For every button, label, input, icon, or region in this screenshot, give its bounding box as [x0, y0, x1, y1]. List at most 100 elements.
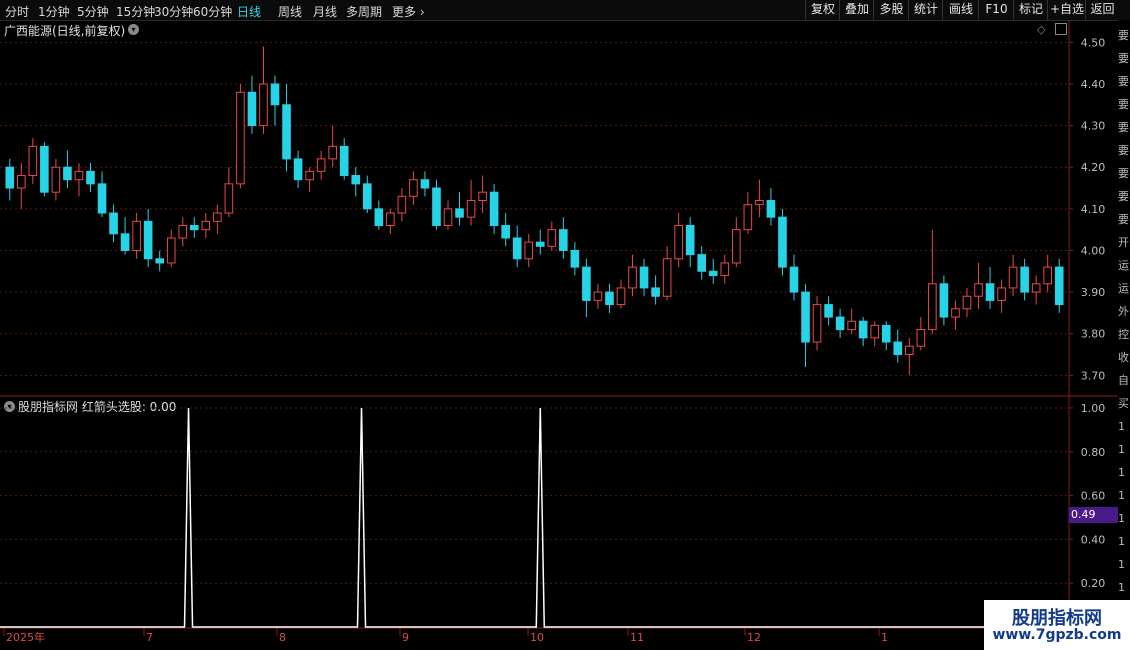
tab-9[interactable]: 多周期: [346, 3, 382, 20]
edge-glyph: 要: [1118, 121, 1129, 134]
candle-body: [824, 304, 833, 318]
candle-body: [628, 266, 637, 289]
time-label: 7: [146, 631, 153, 644]
candle-body: [651, 287, 660, 297]
toolbar-button-7[interactable]: +自选: [1047, 0, 1086, 20]
edge-glyph: 运: [1118, 259, 1129, 272]
candle-body: [132, 220, 141, 251]
candle-body: [386, 212, 395, 226]
edge-glyph: 1: [1118, 443, 1125, 456]
price-tick-label: 4.40: [1081, 78, 1106, 91]
candle-body: [755, 200, 764, 206]
candle-body: [639, 266, 649, 289]
edge-glyph: 1: [1118, 420, 1125, 433]
edge-glyph: 要: [1118, 52, 1129, 65]
toolbar-button-3[interactable]: 统计: [908, 0, 943, 20]
price-tick-label: 3.70: [1081, 369, 1106, 382]
candle-body: [593, 291, 603, 301]
signal-line: [0, 407, 1069, 628]
edge-glyph: 要: [1118, 29, 1129, 42]
time-label: 11: [630, 631, 644, 644]
watermark: 股朋指标网 www.7gpzb.com: [984, 600, 1130, 650]
candle-body: [547, 229, 557, 247]
chart-area[interactable]: 4.50 4.40 4.30 4.20 4.10 4.00 3.90 3.80 3.70 1.00…: [0, 20, 1118, 650]
candle-body: [685, 224, 695, 256]
toolbar-button-5[interactable]: F10: [978, 0, 1014, 20]
period-toolbar: 分时 1分钟 5分钟 15分钟 30分钟 60分钟 日线 周线 月线 多周期 更多 › 复权 叠加 多股…: [0, 0, 1130, 21]
tab-4[interactable]: 30分钟: [154, 3, 193, 20]
candle-body: [697, 254, 707, 272]
candle-body: [674, 224, 683, 260]
candle-body: [409, 179, 418, 197]
candle-body: [397, 195, 407, 214]
candle-body: [1008, 266, 1018, 289]
price-tick-label: 4.50: [1081, 36, 1106, 49]
tab-7[interactable]: 周线: [278, 3, 302, 20]
edge-glyph: 1: [1118, 558, 1125, 571]
candle-body: [16, 175, 26, 189]
price-tick-label: 4.30: [1081, 120, 1106, 133]
candle-body: [974, 283, 983, 297]
candle-body: [40, 145, 49, 193]
tab-3[interactable]: 15分钟: [116, 3, 155, 20]
tab-10[interactable]: 更多 ›: [392, 3, 425, 20]
candle-body: [374, 208, 384, 226]
candle-body: [155, 258, 164, 264]
candle-body: [847, 320, 856, 331]
candle-body: [535, 241, 545, 247]
price-tick-label: 4.00: [1081, 244, 1106, 257]
time-label: 2025年: [6, 630, 45, 644]
edge-glyph: 要: [1118, 213, 1129, 226]
candle-body: [247, 91, 257, 127]
candle-body: [962, 295, 972, 310]
indicator-tick-label: 1.00: [1081, 402, 1106, 415]
candle-body: [743, 204, 753, 231]
price-tick-label: 3.80: [1081, 328, 1106, 341]
candle-body: [224, 183, 234, 214]
edge-glyph: 要: [1118, 190, 1129, 203]
candle-body: [662, 258, 672, 297]
toolbar-button-1[interactable]: 叠加: [839, 0, 874, 20]
candle-body: [951, 308, 960, 318]
candle-body: [570, 249, 580, 268]
candle-body: [351, 175, 361, 185]
tab-8[interactable]: 月线: [313, 3, 337, 20]
tab-2[interactable]: 5分钟: [77, 3, 109, 20]
watermark-url: www.7gpzb.com: [992, 627, 1122, 643]
toolbar-button-6[interactable]: 标记: [1013, 0, 1048, 20]
candle-body: [512, 237, 522, 260]
toolbar-button-8[interactable]: 返回: [1085, 0, 1119, 20]
candle-body: [708, 270, 718, 276]
tab-0[interactable]: 分时: [5, 3, 29, 20]
edge-glyph: 外: [1118, 305, 1129, 318]
edge-glyph: 要: [1118, 144, 1129, 157]
candle-body: [881, 324, 891, 343]
candle-body: [478, 191, 487, 202]
candle-body: [1054, 266, 1064, 306]
edge-glyph: 买: [1118, 397, 1129, 410]
edge-glyph: 1: [1118, 489, 1125, 502]
tab-5[interactable]: 60分钟: [193, 3, 232, 20]
candle-body: [213, 212, 222, 222]
candle-body: [63, 166, 72, 181]
candle-body: [120, 233, 130, 251]
edge-glyph: 1: [1118, 581, 1125, 594]
candle-body: [1020, 266, 1029, 293]
candle-body: [893, 341, 903, 356]
edge-glyph: 自: [1118, 374, 1129, 387]
candle-body: [236, 91, 245, 185]
candle-body: [916, 329, 926, 347]
toolbar-button-2[interactable]: 多股: [873, 0, 909, 20]
edge-glyph: 要: [1118, 98, 1129, 111]
candle-body: [1043, 266, 1053, 285]
edge-glyph: 开: [1118, 236, 1129, 249]
candle-body: [501, 224, 510, 239]
indicator-tick-label: 0.80: [1081, 446, 1106, 459]
toolbar-button-4[interactable]: 画线: [942, 0, 979, 20]
candle-body: [789, 266, 799, 293]
edge-glyph: 要: [1118, 75, 1129, 88]
edge-glyph: 1: [1118, 535, 1125, 548]
tab-6[interactable]: 日线: [237, 3, 261, 20]
toolbar-button-0[interactable]: 复权: [805, 0, 840, 20]
tab-1[interactable]: 1分钟: [38, 3, 70, 20]
